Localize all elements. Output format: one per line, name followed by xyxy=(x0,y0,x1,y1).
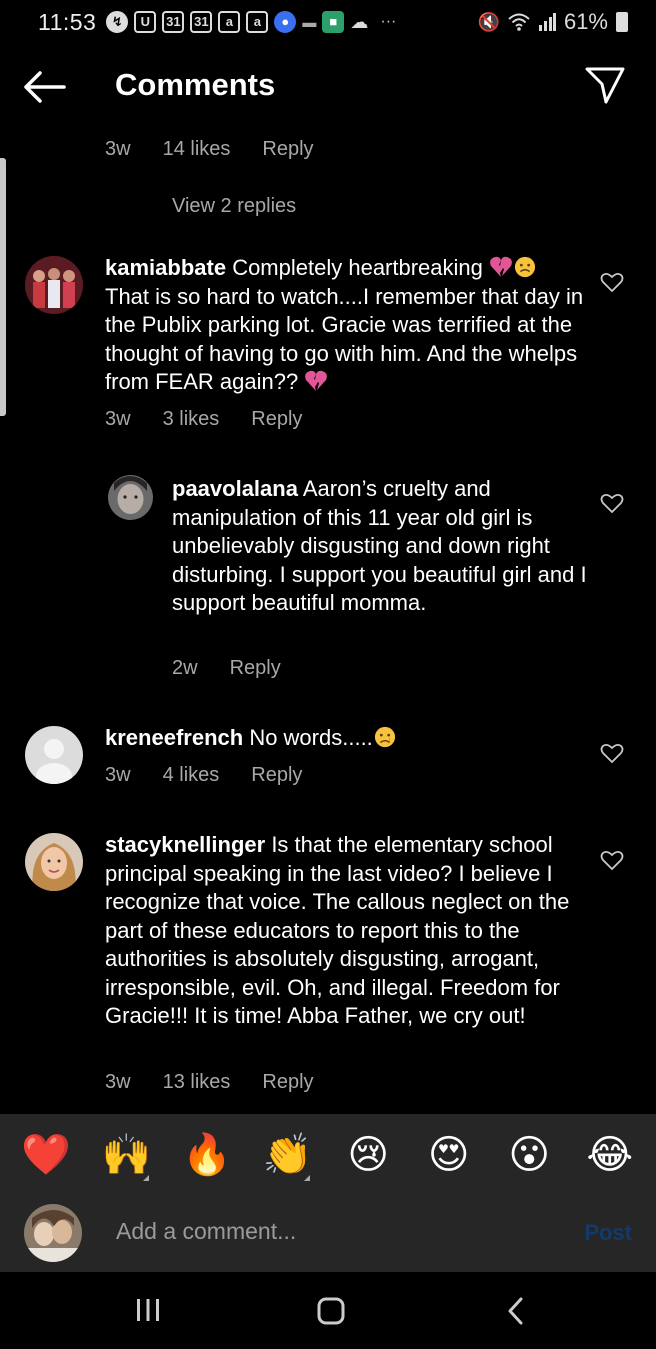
comment-meta: 3w 4 likes Reply xyxy=(105,764,334,787)
dash-icon: ▬ xyxy=(302,14,317,30)
avatar[interactable] xyxy=(25,256,83,314)
reply-button[interactable]: Reply xyxy=(262,1071,313,1094)
comment-time: 3w xyxy=(105,1071,131,1093)
mute-icon: 🔇 xyxy=(477,11,500,32)
comment-text: kamiabbate Completely heartbreaking That… xyxy=(105,254,595,397)
like-heart-icon[interactable] xyxy=(600,271,624,293)
like-heart-icon[interactable] xyxy=(600,492,624,514)
recent-apps-icon[interactable] xyxy=(134,1298,162,1322)
comment-composer: Add a comment... Post xyxy=(0,1196,656,1272)
emoji-heart-eyes[interactable]: 😍 xyxy=(421,1133,477,1177)
comment-username[interactable]: kreneefrench xyxy=(105,725,243,750)
emoji-tears-of-joy[interactable]: 😂 xyxy=(582,1133,638,1177)
sad-face-icon xyxy=(514,256,536,278)
a-app-icon: a xyxy=(218,11,241,33)
skin-tone-indicator xyxy=(142,1175,149,1181)
avatar[interactable] xyxy=(25,833,83,891)
home-icon[interactable] xyxy=(317,1297,345,1325)
comment-username[interactable]: paavolalana xyxy=(172,476,298,501)
a-app-icon: a xyxy=(246,11,269,33)
green-app-icon: ■ xyxy=(322,11,345,33)
system-nav-bar xyxy=(0,1272,656,1349)
comment-meta: 2w Reply xyxy=(172,657,313,680)
avatar[interactable] xyxy=(108,475,153,520)
like-heart-icon[interactable] xyxy=(600,742,624,764)
comment-time: 3w xyxy=(105,138,131,160)
comment-meta: 3w 13 likes Reply xyxy=(105,1071,346,1094)
status-time: 11:53 xyxy=(38,8,97,35)
header: Comments xyxy=(0,50,656,122)
comment-body: No words..... xyxy=(249,725,373,750)
reply-button[interactable]: Reply xyxy=(251,408,302,431)
comment-likes[interactable]: 13 likes xyxy=(163,1071,231,1094)
my-avatar xyxy=(24,1204,82,1262)
battery-icon xyxy=(616,12,628,32)
u-app-icon: U xyxy=(134,11,157,33)
quick-emoji-bar: ❤️ 🙌 🔥 👏 😢 😍 😮 😂 xyxy=(0,1114,656,1196)
comment-text: paavolalana Aaron’s cruelty and manipula… xyxy=(172,475,592,618)
direct-message-icon[interactable] xyxy=(584,65,626,105)
emoji-clapping-hands[interactable]: 👏 xyxy=(260,1133,316,1181)
reply-button[interactable]: Reply xyxy=(251,764,302,787)
comment-input[interactable]: Add a comment... xyxy=(116,1218,296,1245)
system-status: 🔇 61% xyxy=(478,9,628,35)
comment-body: Is that the elementary school principal … xyxy=(105,832,570,1028)
like-heart-icon[interactable] xyxy=(600,849,624,871)
emoji-surprised-face[interactable]: 😮 xyxy=(501,1133,557,1177)
more-notifications-icon: ··· xyxy=(380,13,397,30)
wifi-icon xyxy=(508,13,530,31)
cloud-icon: ☁ xyxy=(350,11,369,32)
battery-percent: 61% xyxy=(563,9,608,34)
comment-text: kreneefrench No words..... xyxy=(105,724,595,753)
reply-button[interactable]: Reply xyxy=(230,657,281,680)
emoji-fire[interactable]: 🔥 xyxy=(179,1133,235,1177)
comment-text: stacyknellinger Is that the elementary s… xyxy=(105,831,590,1031)
comment-body-continued: That is so hard to watch....I remember t… xyxy=(105,283,584,395)
status-bar: 11:53 ↯ U 31 31 a a ● ▬ ■ ☁ ··· 🔇 61% xyxy=(0,0,656,44)
comment-time: 3w xyxy=(105,764,131,786)
broken-heart-icon xyxy=(305,370,328,391)
post-button[interactable]: Post xyxy=(584,1220,632,1246)
comment-likes[interactable]: 14 likes xyxy=(163,138,231,161)
nav-back-icon[interactable] xyxy=(506,1296,526,1326)
comment-likes[interactable]: 4 likes xyxy=(163,764,220,787)
comment-meta: 3w 3 likes Reply xyxy=(105,408,334,431)
comment-username[interactable]: stacyknellinger xyxy=(105,832,265,857)
crying-face-icon xyxy=(374,726,395,748)
comment-meta: 3w 14 likes Reply xyxy=(105,138,346,161)
messenger-icon: ↯ xyxy=(106,11,129,33)
notification-icons: ↯ U 31 31 a a ● ▬ ■ ☁ ··· xyxy=(106,11,396,33)
calendar-31-icon: 31 xyxy=(162,11,185,33)
emoji-raising-hands[interactable]: 🙌 xyxy=(99,1133,155,1181)
skin-tone-indicator xyxy=(303,1175,310,1181)
comment-time: 3w xyxy=(105,408,131,430)
comment-likes[interactable]: 3 likes xyxy=(163,408,220,431)
broken-heart-icon xyxy=(490,256,512,277)
emoji-red-heart[interactable]: ❤️ xyxy=(18,1133,74,1177)
comment-body: Completely heartbreaking xyxy=(232,255,483,280)
page-title: Comments xyxy=(115,67,276,102)
emoji-clapping-hands-glyph: 👏 xyxy=(262,1133,313,1177)
reply-button[interactable]: Reply xyxy=(262,138,313,161)
avatar[interactable] xyxy=(25,726,83,784)
comment-time: 2w xyxy=(172,657,198,679)
blue-app-icon: ● xyxy=(274,11,297,33)
comment-username[interactable]: kamiabbate xyxy=(105,255,226,280)
back-arrow-icon[interactable] xyxy=(22,70,66,104)
emoji-raising-hands-glyph: 🙌 xyxy=(101,1133,152,1177)
scrollbar[interactable] xyxy=(0,158,6,416)
calendar-31-icon: 31 xyxy=(190,11,213,33)
signal-icon xyxy=(538,13,556,31)
view-replies-button[interactable]: View 2 replies xyxy=(172,195,296,218)
emoji-crying-face[interactable]: 😢 xyxy=(340,1133,396,1177)
